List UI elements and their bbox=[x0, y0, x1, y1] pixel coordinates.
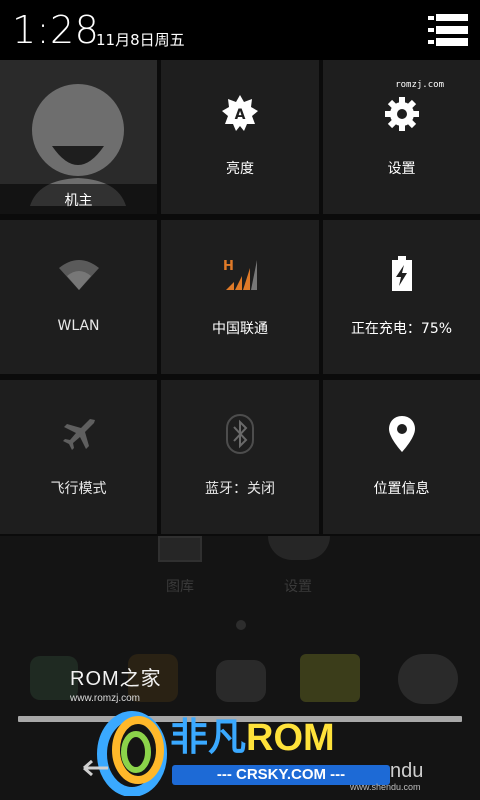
feifan-brand-cn: 非凡 bbox=[170, 717, 247, 759]
quick-settings-panel: 机主 A 亮度 romzj.com 设置 WLAN H 中国联通 正在充电：75… bbox=[0, 60, 480, 536]
shendu-logo: ndu bbox=[390, 760, 424, 782]
wifi-icon bbox=[58, 260, 99, 294]
tile-airplane-mode-label: 飞行模式 bbox=[50, 481, 107, 497]
location-pin-icon bbox=[388, 416, 415, 456]
tile-battery[interactable]: 正在充电：75% bbox=[323, 220, 480, 374]
dock-apps-icon[interactable] bbox=[216, 660, 266, 702]
tile-battery-label: 正在充电：75% bbox=[350, 321, 453, 337]
feifan-brand-rom: ROM bbox=[246, 717, 335, 759]
romzj-logo-url: www.romzj.com bbox=[70, 693, 141, 704]
romzj-logo: ROM之家 www.romzj.com bbox=[70, 662, 162, 704]
settings-app-label: 设置 bbox=[284, 579, 312, 595]
status-bar: 1:28 11月8日周五 bbox=[0, 0, 480, 60]
tile-location-label: 位置信息 bbox=[373, 481, 430, 497]
tile-owner[interactable]: 机主 bbox=[0, 60, 157, 214]
feifan-swirl-logo bbox=[96, 706, 176, 797]
dock-icon-5[interactable] bbox=[398, 654, 458, 704]
tile-airplane-mode[interactable]: 飞行模式 bbox=[0, 380, 157, 534]
feifan-rom-brand: 非凡ROM bbox=[170, 716, 335, 760]
brightness-auto-icon: A bbox=[221, 94, 259, 136]
tile-settings-label: 设置 bbox=[387, 161, 416, 177]
tile-owner-label: 机主 bbox=[64, 193, 93, 209]
tile-wlan[interactable]: WLAN bbox=[0, 220, 157, 374]
romzj-watermark: romzj.com bbox=[395, 80, 444, 90]
date: 11月8日周五 bbox=[96, 31, 185, 49]
svg-text:A: A bbox=[235, 107, 246, 123]
dock-icon-4[interactable] bbox=[300, 654, 360, 702]
tile-mobile-network[interactable]: H 中国联通 bbox=[161, 220, 319, 374]
page-indicator bbox=[236, 620, 246, 630]
quick-settings-list-icon[interactable] bbox=[428, 14, 470, 48]
clock: 1:28 bbox=[12, 8, 100, 52]
bluetooth-icon bbox=[226, 414, 254, 458]
battery-charging-icon bbox=[390, 256, 414, 296]
shendu-url: www.shendu.com bbox=[350, 782, 421, 792]
tile-wlan-label: WLAN bbox=[57, 318, 100, 334]
svg-text:H: H bbox=[223, 259, 234, 274]
tile-location[interactable]: 位置信息 bbox=[323, 380, 480, 534]
tile-brightness-label: 亮度 bbox=[226, 161, 254, 177]
tile-bluetooth-label: 蓝牙：关闭 bbox=[205, 481, 275, 497]
signal-h-icon: H bbox=[222, 256, 258, 296]
gallery-app-icon[interactable] bbox=[158, 536, 202, 562]
gallery-app-label: 图库 bbox=[166, 579, 194, 595]
settings-app-icon[interactable] bbox=[268, 536, 330, 560]
gear-icon bbox=[384, 96, 420, 136]
romzj-logo-title: ROM之家 bbox=[70, 668, 162, 690]
tile-brightness[interactable]: A 亮度 bbox=[161, 60, 319, 214]
back-nav-icon[interactable] bbox=[80, 758, 110, 778]
tile-bluetooth[interactable]: 蓝牙：关闭 bbox=[161, 380, 319, 534]
airplane-icon bbox=[61, 416, 97, 456]
tile-settings[interactable]: romzj.com 设置 bbox=[323, 60, 480, 214]
tile-mobile-network-label: 中国联通 bbox=[212, 321, 268, 337]
